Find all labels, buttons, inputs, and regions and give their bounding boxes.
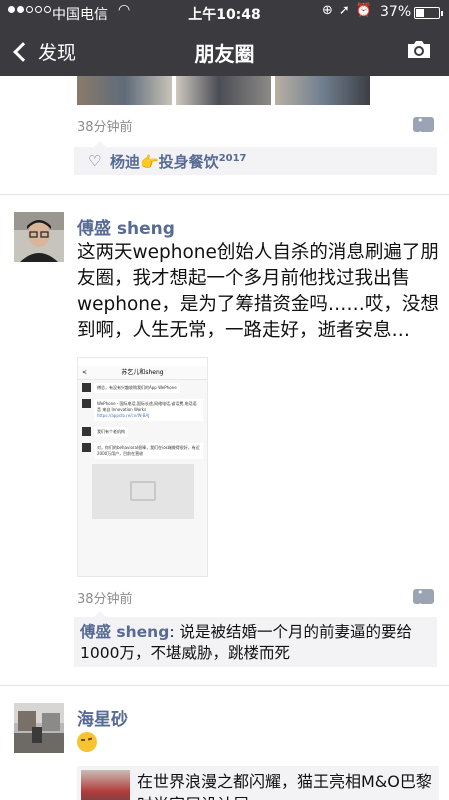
avatar-image	[14, 212, 64, 262]
screenshot-bubble: 傅总，有没有兴趣收购我们的App WePhone	[94, 383, 180, 393]
screenshot-bubble: WePhone - 国际电话,国际长途,网络电话,省话费,电话语音 来自 Inn…	[94, 399, 203, 421]
screenshot-status-bar	[78, 358, 207, 366]
comment-box: 傅盛 sheng: 说是被结婚一个月的前妻逼的要给1000万，不堪威胁，跳楼而死	[74, 611, 437, 667]
post-image[interactable]	[77, 76, 172, 105]
battery-icon	[414, 7, 443, 19]
post-image[interactable]	[275, 76, 370, 105]
comment-author[interactable]: 傅盛 sheng	[80, 623, 169, 641]
screenshot-message: WePhone - 国际电话,国际长途,网络电话,省话费,电话语音 来自 Inn…	[78, 396, 207, 424]
top-bar: 中国电信 ◠ 上午10:48 ⊕➚⏰ 37% 发现 朋友圈	[0, 0, 449, 76]
screenshot-bubble: 我们有个老机构	[94, 427, 128, 437]
link-title: 在世界浪漫之都闪耀，猫王亮相M&O巴黎时尚家居设计展	[137, 772, 432, 800]
screenshot-bubble-text: WePhone - 国际电话,国际长途,网络电话,省话费,电话语音 来自 Inn…	[97, 401, 197, 412]
post-author[interactable]: 海星砂	[77, 705, 128, 730]
avatar[interactable]	[14, 212, 64, 262]
post-screenshot-image[interactable]: 苏乞儿和sheng 傅总，有没有兴趣收购我们的App WePhone WePho…	[77, 357, 208, 577]
nav-bar: 发现 朋友圈	[0, 26, 449, 76]
post-time: 38分钟前	[77, 592, 133, 607]
post-images	[77, 76, 370, 105]
battery-percent: 37%	[380, 4, 412, 20]
screenshot-message: 傅总，有没有兴趣收购我们的App WePhone	[78, 380, 207, 396]
screenshot-avatar	[82, 427, 91, 436]
screenshot-image-placeholder	[92, 464, 194, 519]
comment-button[interactable]	[413, 586, 434, 612]
shared-link-card[interactable]: 在世界浪漫之都闪耀，猫王亮相M&O巴黎时尚家居设计展	[77, 766, 439, 800]
location-icon: ➚	[338, 3, 356, 18]
avatar[interactable]	[14, 703, 64, 753]
screenshot-avatar	[82, 399, 91, 408]
smirk-emoji-icon	[77, 732, 97, 752]
avatar-image	[14, 703, 64, 753]
heart-icon: ♡	[88, 152, 102, 170]
link-thumbnail	[81, 770, 130, 800]
post-author[interactable]: 傅盛 sheng	[77, 214, 175, 239]
screenshot-chat-title: 苏乞儿和sheng	[78, 366, 207, 380]
page-title: 朋友圈	[194, 42, 255, 66]
post-divider	[0, 685, 449, 686]
alarm-icon: ⏰	[355, 3, 378, 18]
screenshot-bubble: 对，你们的behavioral很棒，我们在ios端做得很好，有近2000万用户，…	[94, 443, 203, 459]
like-names[interactable]: 杨迪👉投身餐饮2017	[110, 151, 247, 172]
camera-icon[interactable]	[406, 40, 432, 59]
post-time: 38分钟前	[77, 120, 133, 135]
screenshot-link: https://appsto.re/cn/W-BAJ	[97, 413, 150, 418]
screenshot-message: 我们有个老机构	[78, 424, 207, 440]
screenshot-avatar	[82, 443, 91, 452]
likes-box: ♡ 杨迪👉投身餐饮2017	[74, 141, 437, 175]
status-bar: 中国电信 ◠ 上午10:48 ⊕➚⏰ 37%	[0, 0, 449, 26]
post-divider	[0, 194, 449, 195]
post-image[interactable]	[176, 76, 271, 105]
post-text: 这两天wephone创始人自杀的消息刷遍了朋友圈，我才想起一个多月前他找过我出售…	[77, 242, 439, 367]
like-names-text: 杨迪👉投身餐饮	[110, 153, 219, 171]
status-icons: ⊕➚⏰	[322, 3, 378, 18]
comment-button[interactable]	[413, 114, 434, 140]
rotation-lock-icon: ⊕	[322, 3, 339, 18]
screenshot-avatar	[82, 383, 91, 392]
screenshot-message: 对，你们的behavioral很棒，我们在ios端做得很好，有近2000万用户，…	[78, 440, 207, 462]
like-names-superscript: 2017	[218, 153, 247, 164]
